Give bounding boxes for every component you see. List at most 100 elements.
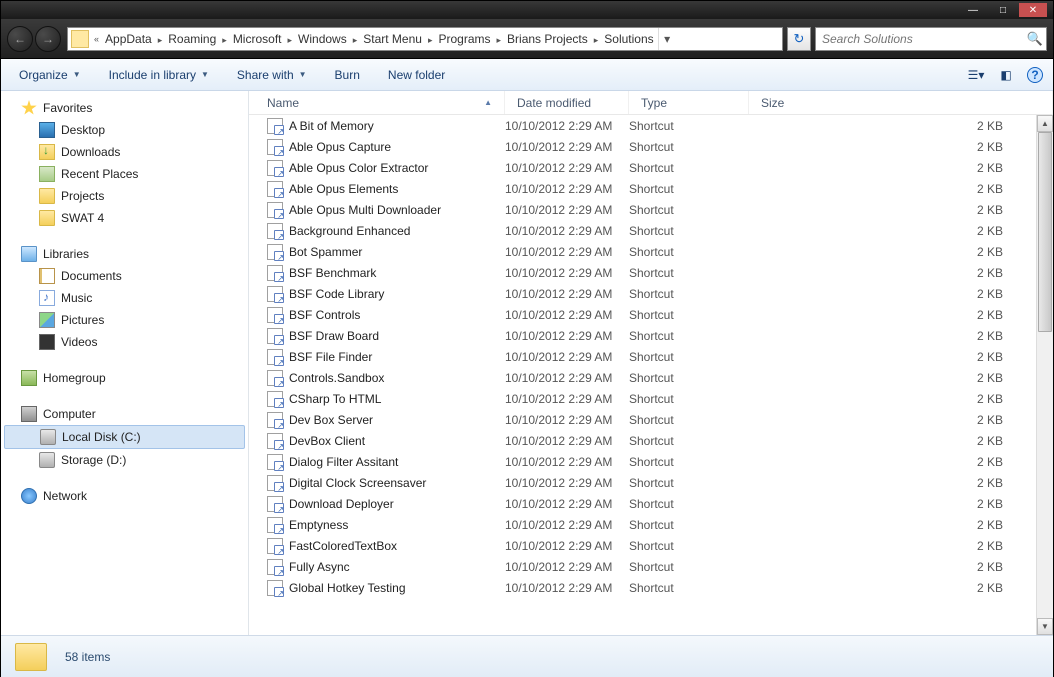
file-row[interactable]: CSharp To HTML10/10/2012 2:29 AMShortcut… (249, 388, 1053, 409)
file-size: 2 KB (749, 161, 1053, 175)
breadcrumb-microsoft[interactable]: Microsoft (229, 32, 286, 46)
sidebar-item-desktop[interactable]: Desktop (1, 119, 248, 141)
file-row[interactable]: Bot Spammer10/10/2012 2:29 AMShortcut2 K… (249, 241, 1053, 262)
breadcrumb-programs[interactable]: Programs (434, 32, 494, 46)
file-type: Shortcut (629, 203, 749, 217)
sidebar-item-swat4[interactable]: SWAT 4 (1, 207, 248, 229)
include-library-menu[interactable]: Include in library▼ (101, 64, 217, 86)
scroll-down-icon[interactable]: ▼ (1037, 618, 1053, 635)
libraries-heading[interactable]: Libraries (1, 243, 248, 265)
column-type[interactable]: Type (629, 91, 749, 114)
file-row[interactable]: Download Deployer10/10/2012 2:29 AMShort… (249, 493, 1053, 514)
breadcrumb-overflow[interactable]: « (92, 34, 101, 44)
chevron-right-icon[interactable]: ▸ (351, 35, 360, 45)
sidebar-item-projects[interactable]: Projects (1, 185, 248, 207)
burn-button[interactable]: Burn (327, 64, 368, 86)
file-size: 2 KB (749, 371, 1053, 385)
shortcut-icon (267, 517, 283, 533)
scroll-up-icon[interactable]: ▲ (1037, 115, 1053, 132)
sidebar-item-documents[interactable]: Documents (1, 265, 248, 287)
sidebar-item-storage-d[interactable]: Storage (D:) (1, 449, 248, 471)
file-row[interactable]: BSF Controls10/10/2012 2:29 AMShortcut2 … (249, 304, 1053, 325)
address-dropdown[interactable]: ▾ (658, 28, 676, 50)
disk-icon (39, 452, 55, 468)
file-row[interactable]: BSF File Finder10/10/2012 2:29 AMShortcu… (249, 346, 1053, 367)
breadcrumb-appdata[interactable]: AppData (101, 32, 156, 46)
file-row[interactable]: Able Opus Multi Downloader10/10/2012 2:2… (249, 199, 1053, 220)
file-name: BSF Draw Board (289, 329, 379, 343)
breadcrumb-solutions[interactable]: Solutions (600, 32, 657, 46)
view-options-icon[interactable]: ☰▾ (967, 66, 985, 84)
file-date: 10/10/2012 2:29 AM (505, 497, 629, 511)
file-size: 2 KB (749, 497, 1053, 511)
sidebar-item-local-disk-c[interactable]: Local Disk (C:) (4, 425, 245, 449)
breadcrumb-windows[interactable]: Windows (294, 32, 351, 46)
address-bar[interactable]: « AppData▸Roaming▸Microsoft▸Windows▸Star… (67, 27, 783, 51)
chevron-right-icon[interactable]: ▸ (156, 35, 165, 45)
file-row[interactable]: Able Opus Capture10/10/2012 2:29 AMShort… (249, 136, 1053, 157)
share-with-menu[interactable]: Share with▼ (229, 64, 315, 86)
file-row[interactable]: Fully Async10/10/2012 2:29 AMShortcut2 K… (249, 556, 1053, 577)
file-row[interactable]: BSF Draw Board10/10/2012 2:29 AMShortcut… (249, 325, 1053, 346)
shortcut-icon (267, 223, 283, 239)
chevron-right-icon[interactable]: ▸ (286, 35, 295, 45)
column-date[interactable]: Date modified (505, 91, 629, 114)
file-row[interactable]: Able Opus Elements10/10/2012 2:29 AMShor… (249, 178, 1053, 199)
file-date: 10/10/2012 2:29 AM (505, 581, 629, 595)
favorites-heading[interactable]: Favorites (1, 97, 248, 119)
shortcut-icon (267, 349, 283, 365)
file-size: 2 KB (749, 350, 1053, 364)
column-headers: Name▲ Date modified Type Size (249, 91, 1053, 115)
forward-button[interactable]: → (35, 26, 61, 52)
chevron-right-icon[interactable]: ▸ (592, 35, 601, 45)
organize-menu[interactable]: Organize▼ (11, 64, 89, 86)
homegroup-icon (21, 370, 37, 386)
search-input[interactable] (816, 32, 1024, 46)
chevron-right-icon[interactable]: ▸ (495, 35, 504, 45)
file-row[interactable]: Emptyness10/10/2012 2:29 AMShortcut2 KB (249, 514, 1053, 535)
star-icon (21, 100, 37, 116)
sidebar-item-recent[interactable]: Recent Places (1, 163, 248, 185)
search-icon[interactable]: 🔍 (1024, 31, 1046, 47)
help-icon[interactable]: ? (1027, 67, 1043, 83)
sidebar-item-music[interactable]: Music (1, 287, 248, 309)
preview-pane-icon[interactable]: ◧ (997, 66, 1015, 84)
chevron-right-icon[interactable]: ▸ (220, 35, 229, 45)
minimize-button[interactable]: — (959, 3, 987, 17)
computer-heading[interactable]: Computer (1, 403, 248, 425)
close-button[interactable]: ✕ (1019, 3, 1047, 17)
homegroup-heading[interactable]: Homegroup (1, 367, 248, 389)
file-type: Shortcut (629, 140, 749, 154)
file-row[interactable]: Background Enhanced10/10/2012 2:29 AMSho… (249, 220, 1053, 241)
file-row[interactable]: Global Hotkey Testing10/10/2012 2:29 AMS… (249, 577, 1053, 598)
maximize-button[interactable]: □ (989, 3, 1017, 17)
scroll-thumb[interactable] (1038, 132, 1052, 332)
breadcrumb-brians-projects[interactable]: Brians Projects (503, 32, 592, 46)
file-row[interactable]: BSF Code Library10/10/2012 2:29 AMShortc… (249, 283, 1053, 304)
breadcrumb-start-menu[interactable]: Start Menu (359, 32, 426, 46)
breadcrumb-roaming[interactable]: Roaming (164, 32, 220, 46)
file-type: Shortcut (629, 434, 749, 448)
file-row[interactable]: Controls.Sandbox10/10/2012 2:29 AMShortc… (249, 367, 1053, 388)
new-folder-button[interactable]: New folder (380, 64, 453, 86)
network-heading[interactable]: Network (1, 485, 248, 507)
sidebar-item-videos[interactable]: Videos (1, 331, 248, 353)
column-name[interactable]: Name▲ (249, 91, 505, 114)
sidebar-item-pictures[interactable]: Pictures (1, 309, 248, 331)
file-row[interactable]: Dev Box Server10/10/2012 2:29 AMShortcut… (249, 409, 1053, 430)
file-row[interactable]: BSF Benchmark10/10/2012 2:29 AMShortcut2… (249, 262, 1053, 283)
file-row[interactable]: DevBox Client10/10/2012 2:29 AMShortcut2… (249, 430, 1053, 451)
file-row[interactable]: FastColoredTextBox10/10/2012 2:29 AMShor… (249, 535, 1053, 556)
back-button[interactable]: ← (7, 26, 33, 52)
column-size[interactable]: Size (749, 91, 1053, 114)
scrollbar[interactable]: ▲ ▼ (1036, 115, 1053, 635)
file-size: 2 KB (749, 203, 1053, 217)
search-box[interactable]: 🔍 (815, 27, 1047, 51)
file-date: 10/10/2012 2:29 AM (505, 434, 629, 448)
file-row[interactable]: Dialog Filter Assitant10/10/2012 2:29 AM… (249, 451, 1053, 472)
file-row[interactable]: Able Opus Color Extractor10/10/2012 2:29… (249, 157, 1053, 178)
refresh-button[interactable]: ↻ (787, 27, 811, 51)
sidebar-item-downloads[interactable]: Downloads (1, 141, 248, 163)
file-row[interactable]: Digital Clock Screensaver10/10/2012 2:29… (249, 472, 1053, 493)
file-row[interactable]: A Bit of Memory10/10/2012 2:29 AMShortcu… (249, 115, 1053, 136)
